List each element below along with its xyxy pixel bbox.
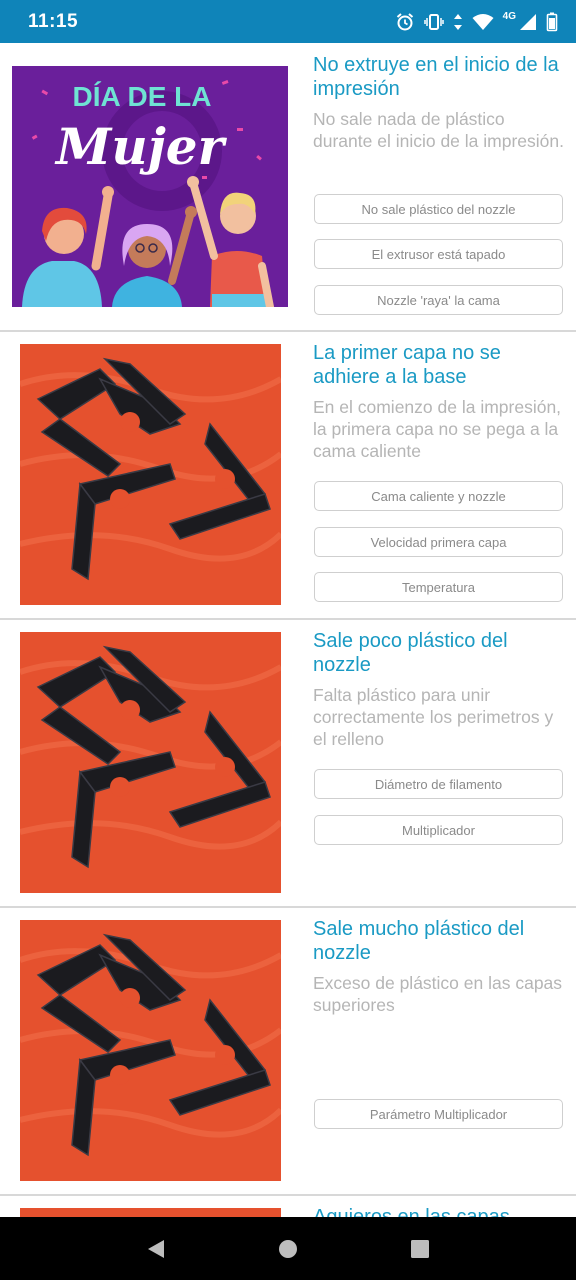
recents-icon[interactable] (409, 1238, 431, 1260)
back-icon[interactable] (145, 1238, 167, 1260)
status-bar: 11:15 4G (0, 0, 576, 43)
issue-description: No sale nada de plástico durante el inic… (313, 109, 564, 151)
issue-title[interactable]: No extruye en el inicio de la impresión (313, 53, 565, 101)
issue-image-womens-day: DÍA DE LA Mujer (12, 66, 288, 307)
banner-title-line1: DÍA DE LA (73, 81, 212, 112)
issue-description: Falta plástico para unir correctamente l… (313, 685, 554, 749)
issue-card-under-extrusion[interactable]: Sale poco plástico del nozzle Falta plás… (0, 618, 576, 908)
issue-text: No extruye en el inicio de la impresión … (313, 53, 565, 152)
issue-text: La primer capa no se adhiere a la base E… (313, 341, 565, 462)
option-temperature[interactable]: Temperatura (314, 572, 563, 602)
issue-title[interactable]: Sale poco plástico del nozzle (313, 629, 565, 677)
banner-title-line2: Mujer (54, 117, 228, 176)
navigation-bar (0, 1217, 576, 1280)
signal-icon (520, 13, 536, 30)
option-no-plastic-from-nozzle[interactable]: No sale plástico del nozzle (314, 194, 563, 224)
option-multiplier-parameter[interactable]: Parámetro Multiplicador (314, 1099, 563, 1129)
option-first-layer-speed[interactable]: Velocidad primera capa (314, 527, 563, 557)
data-arrows-icon (453, 13, 462, 30)
vibrate-icon (423, 13, 444, 30)
issue-card-over-extrusion[interactable]: Sale mucho plástico del nozzle Exceso de… (0, 906, 576, 1196)
issue-text: Sale mucho plástico del nozzle Exceso de… (313, 917, 565, 1016)
option-extruder-clogged[interactable]: El extrusor está tapado (314, 239, 563, 269)
status-icons: 4G (395, 11, 558, 32)
status-time: 11:15 (28, 10, 79, 32)
issue-card-first-layer[interactable]: La primer capa no se adhiere a la base E… (0, 330, 576, 620)
issue-photo-brackets (20, 632, 281, 893)
home-icon[interactable] (277, 1238, 299, 1260)
issue-description: En el comienzo de la impresión, la prime… (313, 397, 562, 461)
alarm-icon (396, 12, 413, 30)
issue-title[interactable]: Agujeros en las capas (313, 1205, 565, 1217)
issue-photo-brackets (20, 1208, 281, 1217)
option-nozzle-scratches-bed[interactable]: Nozzle 'raya' la cama (314, 285, 563, 315)
issue-photo-brackets (20, 344, 281, 605)
issue-list[interactable]: DÍA DE LA Mujer No extruye en el inicio … (0, 43, 576, 1217)
issue-photo-brackets (20, 920, 281, 1181)
issue-title[interactable]: Sale mucho plástico del nozzle (313, 917, 565, 965)
network-type: 4G (502, 11, 516, 22)
wifi-icon (472, 13, 494, 30)
option-filament-diameter[interactable]: Diámetro de filamento (314, 769, 563, 799)
issue-title[interactable]: La primer capa no se adhiere a la base (313, 341, 565, 389)
battery-icon (546, 12, 558, 31)
issue-text: Sale poco plástico del nozzle Falta plás… (313, 629, 565, 750)
option-heated-bed-and-nozzle[interactable]: Cama caliente y nozzle (314, 481, 563, 511)
issue-text: Agujeros en las capas (313, 1205, 565, 1217)
issue-card-extrusion-start[interactable]: DÍA DE LA Mujer No extruye en el inicio … (0, 43, 576, 332)
issue-card-layer-holes[interactable]: Agujeros en las capas (0, 1194, 576, 1217)
issue-description: Exceso de plástico en las capas superior… (313, 973, 563, 1015)
option-multiplier[interactable]: Multiplicador (314, 815, 563, 845)
